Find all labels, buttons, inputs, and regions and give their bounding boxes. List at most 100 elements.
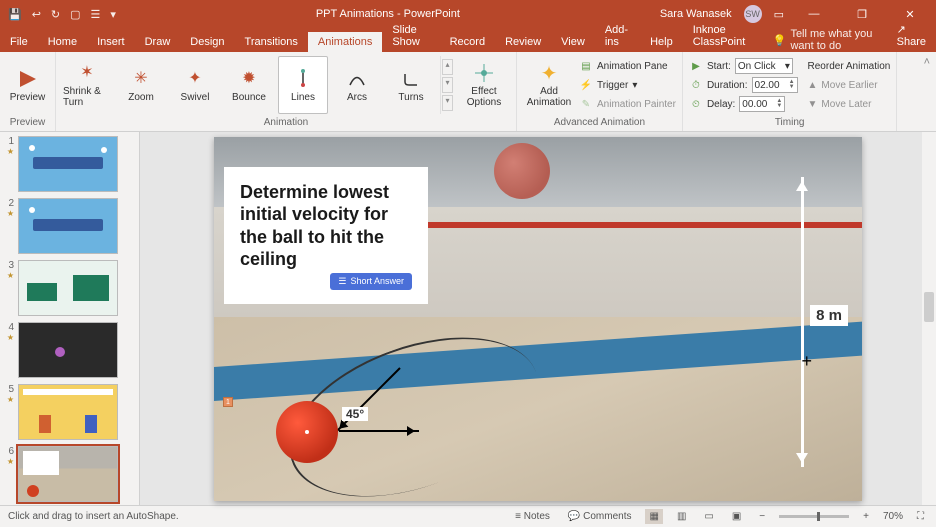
- view-slideshow-icon[interactable]: ▣: [728, 509, 745, 524]
- delay-label: Delay:: [707, 99, 735, 110]
- tab-classpoint[interactable]: Inknoe ClassPoint: [683, 20, 763, 52]
- height-label: 8 m: [810, 305, 848, 326]
- duration-input[interactable]: 02.00▲▼: [752, 77, 798, 93]
- tab-transitions[interactable]: Transitions: [235, 32, 308, 52]
- notes-button[interactable]: ≡ Notes: [511, 509, 554, 524]
- move-later-button[interactable]: ▼ Move Later: [808, 95, 891, 113]
- zoom-level[interactable]: 70%: [883, 511, 903, 522]
- move-earlier-button[interactable]: ▲ Move Earlier: [808, 76, 891, 94]
- title-bar: 💾 ↩ ↻ ▢ ☰ ▾ PPT Animations - PowerPoint …: [0, 0, 936, 28]
- group-label-timing: Timing: [689, 116, 890, 129]
- workspace: 1★ 2★ 3★ 4★ 5★ 6★ Determine lowest initi…: [0, 132, 936, 505]
- tab-design[interactable]: Design: [180, 32, 234, 52]
- tab-view[interactable]: View: [551, 32, 595, 52]
- group-label-advanced: Advanced Animation: [523, 116, 676, 129]
- redo-icon[interactable]: ↻: [51, 8, 60, 21]
- anim-lines[interactable]: Lines: [278, 56, 328, 114]
- anim-shrink-turn[interactable]: ✶Shrink & Turn: [62, 56, 112, 114]
- slideshow-icon[interactable]: ▢: [70, 8, 80, 21]
- restore-icon[interactable]: ❐: [844, 8, 880, 21]
- question-text: Determine lowest initial velocity for th…: [240, 181, 412, 271]
- fit-to-window-button[interactable]: ⛶: [913, 509, 928, 524]
- duration-icon: ⏱: [689, 80, 703, 91]
- tab-file[interactable]: File: [0, 32, 38, 52]
- trigger-icon: ⚡: [579, 80, 593, 91]
- vertical-scrollbar[interactable]: [922, 132, 936, 505]
- anim-zoom[interactable]: ✳Zoom: [116, 56, 166, 114]
- tab-animations[interactable]: Animations: [308, 32, 382, 52]
- anim-arcs[interactable]: Arcs: [332, 56, 382, 114]
- reorder-title: Reorder Animation: [808, 57, 891, 75]
- delay-input[interactable]: 00.00▲▼: [739, 96, 785, 112]
- zoom-slider[interactable]: [779, 515, 849, 518]
- user-name[interactable]: Sara Wanasek: [660, 8, 732, 20]
- share-button[interactable]: ↗ Share: [887, 19, 936, 52]
- zoom-out-button[interactable]: −: [755, 509, 769, 524]
- slide-thumbnails[interactable]: 1★ 2★ 3★ 4★ 5★ 6★: [0, 132, 140, 505]
- gallery-more[interactable]: ▴▾▾: [440, 56, 454, 114]
- ribbon-display-icon[interactable]: ▭: [774, 8, 784, 21]
- slide-canvas[interactable]: Determine lowest initial velocity for th…: [140, 132, 936, 505]
- zoom-in-button[interactable]: +: [859, 509, 873, 524]
- tab-insert[interactable]: Insert: [87, 32, 135, 52]
- trigger-button[interactable]: ⚡Trigger ▾: [579, 76, 676, 94]
- short-answer-button[interactable]: ☰ Short Answer: [330, 273, 412, 290]
- question-card: Determine lowest initial velocity for th…: [224, 167, 428, 304]
- tab-record[interactable]: Record: [440, 32, 495, 52]
- angle-label: 45°: [342, 407, 368, 421]
- status-bar: Click and drag to insert an AutoShape. ≡…: [0, 505, 936, 527]
- animation-pane-button[interactable]: ▤Animation Pane: [579, 57, 676, 75]
- minimize-icon[interactable]: —: [796, 8, 832, 20]
- tell-me-search[interactable]: 💡Tell me what you want to do: [763, 28, 887, 52]
- touch-icon[interactable]: ☰: [91, 8, 101, 21]
- thumb-6[interactable]: [18, 446, 118, 502]
- comments-button[interactable]: 💬 Comments: [564, 509, 636, 524]
- start-label: Start:: [707, 61, 731, 72]
- ribbon: Preview Preview ✶Shrink & Turn ✳Zoom ✦Sw…: [0, 52, 936, 132]
- animation-painter-button[interactable]: ✎Animation Painter: [579, 95, 676, 113]
- start-select[interactable]: On Click▾: [735, 58, 793, 74]
- height-arrow-icon: [801, 177, 804, 467]
- tab-draw[interactable]: Draw: [135, 32, 181, 52]
- preview-button[interactable]: Preview: [6, 56, 49, 114]
- current-slide: Determine lowest initial velocity for th…: [214, 137, 862, 501]
- horizontal-arrow-icon: [339, 430, 419, 432]
- tab-review[interactable]: Review: [495, 32, 551, 52]
- anim-swivel[interactable]: ✦Swivel: [170, 56, 220, 114]
- add-animation-button[interactable]: ✦ Add Animation: [523, 56, 575, 114]
- add-animation-icon: ✦: [538, 62, 560, 84]
- effect-options-button[interactable]: Effect Options: [458, 56, 510, 114]
- undo-icon[interactable]: ↩: [32, 8, 41, 21]
- bulb-icon: 💡: [773, 34, 787, 47]
- effect-options-icon: [473, 62, 495, 84]
- save-icon[interactable]: 💾: [8, 8, 22, 21]
- delay-icon: ⏲: [689, 99, 703, 110]
- view-sorter-icon[interactable]: ▥: [673, 509, 690, 524]
- preview-icon: [17, 68, 39, 90]
- menu-tabs: File Home Insert Draw Design Transitions…: [0, 28, 936, 52]
- tab-addins[interactable]: Add-ins: [595, 20, 640, 52]
- thumb-3[interactable]: [18, 260, 118, 316]
- status-message: Click and drag to insert an AutoShape.: [8, 511, 179, 522]
- anim-order-badge[interactable]: 1: [223, 397, 233, 407]
- anim-turns[interactable]: Turns: [386, 56, 436, 114]
- tab-help[interactable]: Help: [640, 32, 683, 52]
- thumb-1[interactable]: [18, 136, 118, 192]
- duration-label: Duration:: [707, 80, 748, 91]
- anim-bounce[interactable]: ✹Bounce: [224, 56, 274, 114]
- thumb-2[interactable]: [18, 198, 118, 254]
- tab-home[interactable]: Home: [38, 32, 87, 52]
- qat-more-icon[interactable]: ▾: [110, 8, 116, 21]
- view-reading-icon[interactable]: ▭: [700, 509, 717, 524]
- thumb-5[interactable]: [18, 384, 118, 440]
- start-icon: ▶: [689, 61, 703, 72]
- window-title: PPT Animations - PowerPoint: [124, 8, 652, 20]
- thumb-4[interactable]: [18, 322, 118, 378]
- painter-icon: ✎: [579, 99, 593, 110]
- tab-slideshow[interactable]: Slide Show: [382, 20, 439, 52]
- ball-ceiling-icon: [494, 143, 550, 199]
- view-normal-icon[interactable]: ▦: [645, 509, 662, 524]
- gym-red-stripe: [374, 222, 862, 228]
- crosshair-cursor-icon: +: [801, 351, 812, 372]
- collapse-ribbon-button[interactable]: ˄: [897, 52, 936, 131]
